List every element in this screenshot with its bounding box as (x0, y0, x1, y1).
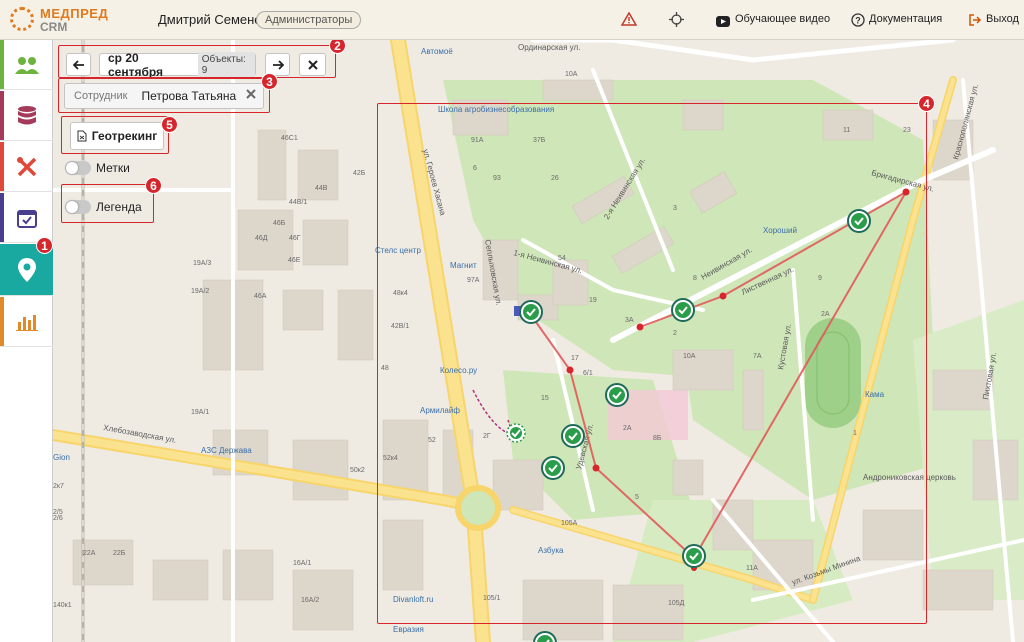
svg-text:?: ? (855, 16, 861, 26)
sidebar-strip (0, 297, 4, 346)
logout-icon[interactable] (968, 13, 982, 30)
house-number: 2к7 (53, 483, 64, 490)
annotation-frame-4 (377, 103, 927, 624)
annotation-badge-3: 3 (261, 73, 278, 90)
target-icon[interactable] (669, 12, 684, 30)
help-icon[interactable]: ? (851, 13, 865, 30)
house-number: 42Б (353, 170, 366, 177)
house-number: 19А/2 (191, 288, 209, 295)
sidebar-item-calendar[interactable] (0, 193, 53, 243)
logo-text-line2: CRM (40, 20, 68, 34)
annotation-badge-6: 6 (145, 177, 162, 194)
poi-label: Евразия (393, 625, 424, 634)
labels-toggle[interactable] (65, 161, 91, 175)
house-number: 140к1 (53, 602, 72, 609)
sidebar-item-tools[interactable] (0, 142, 53, 192)
role-badge: Администраторы (256, 11, 362, 29)
sidebar-item-database[interactable] (0, 91, 53, 141)
sidebar-item-users[interactable] (0, 40, 53, 90)
poi-label: АЗС Держава (201, 446, 252, 455)
street-label: Ординарская ул. (518, 43, 580, 52)
database-icon (17, 105, 36, 124)
house-number: 50к2 (350, 467, 365, 474)
documentation-link[interactable]: Документация (869, 13, 942, 25)
annotation-frame-6 (61, 184, 154, 223)
house-number: 46Д (255, 235, 268, 242)
warning-icon[interactable] (620, 11, 638, 29)
house-number: 22Б (113, 550, 126, 557)
house-number: 46Б (273, 220, 286, 227)
annotation-frame-5 (61, 116, 169, 154)
house-number: 46А (254, 293, 267, 300)
sidebar: 1 (0, 40, 53, 642)
logo-text-line1: МЕДПРЕД (40, 6, 109, 21)
sidebar-strip (0, 193, 4, 242)
logo[interactable]: МЕДПРЕД CRM (10, 4, 128, 36)
poi-label: Gion (53, 453, 70, 462)
house-number: 44В (315, 185, 328, 192)
annotation-frame-3 (58, 78, 270, 113)
annotation-badge-5: 5 (161, 116, 178, 133)
annotation-frame-2 (58, 45, 336, 78)
labels-toggle-label: Метки (96, 161, 130, 175)
video-icon[interactable] (716, 14, 730, 30)
house-number: 46Е (288, 257, 301, 264)
training-video-link[interactable]: Обучающее видео (735, 13, 830, 25)
sidebar-strip (0, 40, 4, 89)
sidebar-strip (0, 142, 4, 191)
house-number: 19А/1 (191, 409, 209, 416)
user-name[interactable]: Дмитрий Семенов (158, 12, 268, 27)
logo-icon (10, 7, 34, 31)
sidebar-item-reports[interactable] (0, 297, 53, 347)
chart-icon (15, 314, 38, 331)
house-number: 19А/3 (193, 260, 211, 267)
calendar-icon (16, 209, 37, 228)
logout-link[interactable]: Выход (986, 13, 1019, 25)
house-number: 2/6 (53, 515, 63, 522)
house-number: 10А (565, 71, 578, 78)
house-number: 22А (83, 550, 96, 557)
house-number: 46С1 (281, 135, 298, 142)
tools-icon (16, 156, 36, 176)
poi-label: Автомоё (421, 47, 453, 56)
annotation-badge-1: 1 (36, 237, 53, 254)
top-bar: МЕДПРЕД CRM Дмитрий Семенов Администрато… (0, 0, 1024, 40)
map-pin-icon (17, 257, 36, 282)
annotation-badge-4: 4 (918, 95, 935, 112)
map-view[interactable]: ул. Героев Хасана Хлебозаводская ул. Сеп… (53, 40, 1024, 642)
sidebar-strip (0, 91, 4, 140)
house-number: 16А/2 (301, 597, 319, 604)
house-number: 44В/1 (289, 199, 307, 206)
users-icon (14, 56, 39, 74)
house-number: 16А/1 (293, 560, 311, 567)
house-number: 46Г (289, 235, 301, 242)
